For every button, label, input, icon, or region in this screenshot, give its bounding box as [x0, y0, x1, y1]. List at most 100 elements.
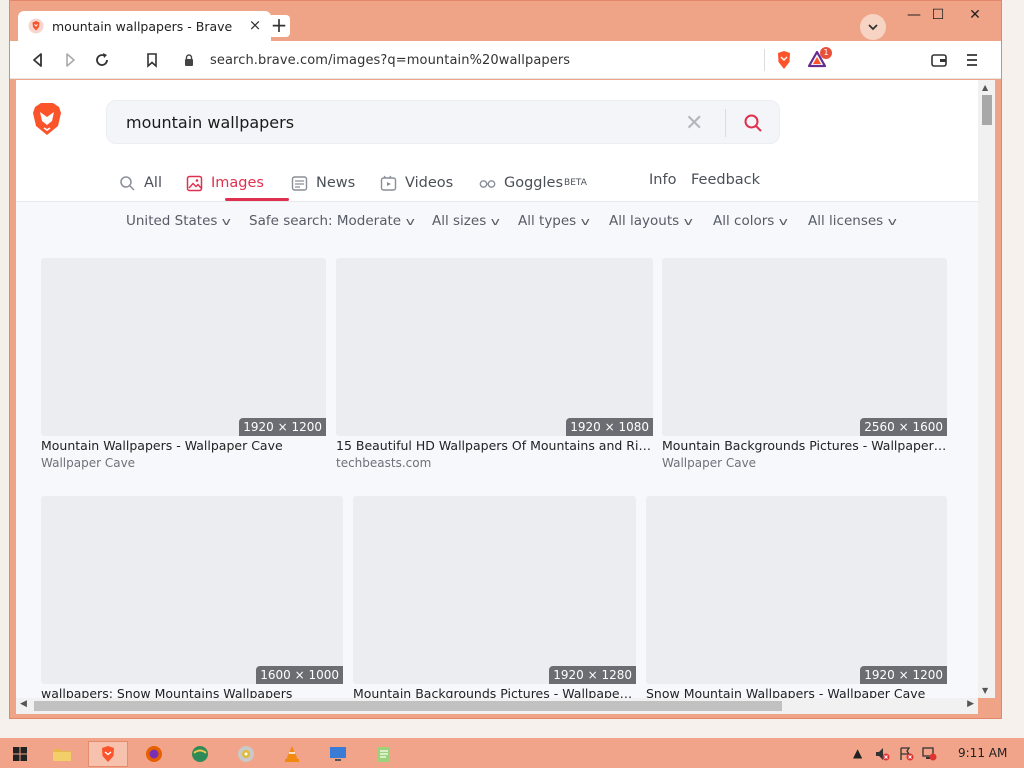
- filter-country[interactable]: United States v: [126, 213, 232, 229]
- feedback-link[interactable]: Feedback: [691, 169, 760, 191]
- scroll-left-icon[interactable]: ◀: [20, 699, 27, 709]
- menu-icon[interactable]: [962, 50, 982, 70]
- filter-licenses[interactable]: All licenses v: [808, 213, 897, 229]
- feedback-label: Feedback: [691, 172, 761, 188]
- taskbar-app-monitor[interactable]: [318, 741, 358, 767]
- bookmark-icon[interactable]: [142, 50, 162, 70]
- tab-news-label: News: [316, 175, 356, 191]
- filter-types[interactable]: All types v: [518, 213, 590, 229]
- brave-logo-icon[interactable]: [31, 101, 63, 137]
- image-title[interactable]: Mountain Wallpapers - Wallpaper Cave: [41, 438, 326, 453]
- horizontal-scroll-thumb[interactable]: [34, 701, 782, 711]
- filter-safe-search[interactable]: Safe search: Moderate v: [249, 213, 415, 229]
- search-box[interactable]: mountain wallpapers ✕: [106, 100, 780, 144]
- rewards-badge: 1: [820, 47, 832, 59]
- filter-layouts[interactable]: All layouts v: [609, 213, 694, 229]
- new-tab-button[interactable]: +: [268, 15, 290, 37]
- filter-colors[interactable]: All colors v: [713, 213, 788, 229]
- taskbar-app-globe[interactable]: [180, 741, 220, 767]
- brave-shields-icon[interactable]: [775, 50, 793, 70]
- vertical-scroll-thumb[interactable]: [982, 95, 992, 125]
- image-source[interactable]: techbeasts.com: [336, 456, 431, 470]
- start-button[interactable]: [0, 741, 40, 767]
- tab-images-label: Images: [211, 175, 264, 191]
- taskbar-app-disc[interactable]: [226, 741, 266, 767]
- url-text[interactable]: search.brave.com/images?q=mountain%20wal…: [210, 53, 570, 68]
- tab-goggles[interactable]: Goggles BETA: [479, 172, 587, 194]
- tab-close-icon[interactable]: ×: [247, 17, 263, 33]
- scroll-down-icon[interactable]: ▼: [982, 686, 988, 695]
- news-icon: [291, 175, 308, 191]
- image-thumbnail[interactable]: 1600 × 1000: [41, 496, 343, 684]
- tab-all[interactable]: All: [119, 172, 162, 194]
- taskbar-file-explorer[interactable]: [42, 741, 82, 767]
- image-dimensions: 1920 × 1200: [239, 418, 326, 436]
- search-icon[interactable]: [743, 113, 763, 133]
- tab-active[interactable]: mountain wallpapers - Brave Search ×: [18, 11, 271, 41]
- filter-sizes[interactable]: All sizes v: [432, 213, 501, 229]
- scroll-right-icon[interactable]: ▶: [967, 699, 974, 709]
- tab-news[interactable]: News: [291, 172, 355, 194]
- windows-icon: [13, 747, 27, 761]
- image-thumbnail[interactable]: 1920 × 1280: [353, 496, 636, 684]
- image-thumbnail[interactable]: 1920 × 1200: [646, 496, 947, 684]
- vertical-scrollbar[interactable]: ▲ ▼: [978, 80, 995, 698]
- address-bar[interactable]: search.brave.com/images?q=mountain%20wal…: [176, 47, 776, 73]
- image-title[interactable]: Mountain Backgrounds Pictures - Wallpape…: [662, 438, 947, 453]
- image-thumbnail[interactable]: 1920 × 1200: [41, 258, 326, 436]
- image-result[interactable]: 1920 × 1200 Snow Mountain Wallpapers - W…: [646, 496, 947, 698]
- horizontal-scrollbar[interactable]: ◀ ▶: [16, 698, 978, 714]
- firefox-icon: [146, 746, 162, 762]
- tab-images[interactable]: Images: [186, 172, 264, 194]
- taskbar-vlc[interactable]: [272, 741, 312, 767]
- tab-title: mountain wallpapers - Brave Search: [52, 18, 237, 34]
- filter-licenses-label: All licenses: [808, 213, 884, 229]
- tab-goggles-label: Goggles: [504, 175, 564, 191]
- image-title[interactable]: Snow Mountain Wallpapers - Wallpaper Cav…: [646, 686, 947, 698]
- back-icon[interactable]: [28, 50, 48, 70]
- clock[interactable]: 9:11 AM: [958, 746, 1007, 760]
- page-content: mountain wallpapers ✕ All Images News Vi…: [16, 80, 978, 698]
- image-source[interactable]: Wallpaper Cave: [662, 456, 756, 470]
- chevron-down-icon: v: [222, 215, 232, 228]
- network-error-icon[interactable]: [898, 746, 914, 762]
- image-result[interactable]: 1920 × 1280 Mountain Backgrounds Picture…: [353, 496, 636, 698]
- tab-videos[interactable]: Videos: [380, 172, 453, 194]
- info-link[interactable]: Info: [649, 169, 676, 191]
- image-icon: [186, 175, 203, 191]
- forward-icon[interactable]: [60, 50, 80, 70]
- network-icon[interactable]: [921, 746, 937, 762]
- image-source[interactable]: Wallpaper Cave: [41, 456, 135, 470]
- close-button[interactable]: ✕: [960, 5, 990, 25]
- image-result[interactable]: 1920 × 1080 15 Beautiful HD Wallpapers O…: [336, 258, 653, 473]
- chevron-down-icon: v: [683, 215, 694, 228]
- brave-rewards[interactable]: 1: [807, 47, 833, 70]
- search-input[interactable]: mountain wallpapers: [126, 113, 294, 132]
- image-title[interactable]: 15 Beautiful HD Wallpapers Of Mountains …: [336, 438, 653, 453]
- filter-safe-search-label: Safe search: Moderate: [249, 213, 402, 229]
- reload-icon[interactable]: [92, 50, 112, 70]
- taskbar-brave[interactable]: [88, 741, 128, 767]
- maximize-button[interactable]: ☐: [923, 5, 953, 25]
- chevron-down-icon: v: [490, 215, 501, 228]
- image-thumbnail[interactable]: 1920 × 1080: [336, 258, 653, 436]
- scroll-up-icon[interactable]: ▲: [982, 83, 988, 92]
- filter-colors-label: All colors: [713, 213, 775, 229]
- tab-search-chevron-icon[interactable]: [860, 14, 886, 40]
- chevron-down-icon: v: [405, 215, 415, 228]
- tray-chevron-icon[interactable]: ▲: [853, 746, 862, 760]
- image-result[interactable]: 1920 × 1200 Mountain Wallpapers - Wallpa…: [41, 258, 326, 473]
- image-title[interactable]: wallpapers: Snow Mountains Wallpapers: [41, 686, 343, 698]
- image-result[interactable]: 2560 × 1600 Mountain Backgrounds Picture…: [662, 258, 947, 473]
- volume-muted-icon[interactable]: [874, 746, 890, 762]
- tab-all-label: All: [144, 175, 162, 191]
- beta-badge: BETA: [564, 178, 587, 188]
- clear-icon[interactable]: ✕: [685, 111, 703, 136]
- image-thumbnail[interactable]: 2560 × 1600: [662, 258, 947, 436]
- filter-types-label: All types: [518, 213, 577, 229]
- taskbar-firefox[interactable]: [134, 741, 174, 767]
- image-result[interactable]: 1600 × 1000 wallpapers: Snow Mountains W…: [41, 496, 343, 698]
- image-title[interactable]: Mountain Backgrounds Pictures - Wallpape…: [353, 686, 636, 698]
- taskbar-app-notepad[interactable]: [364, 741, 404, 767]
- wallet-icon[interactable]: [929, 50, 949, 70]
